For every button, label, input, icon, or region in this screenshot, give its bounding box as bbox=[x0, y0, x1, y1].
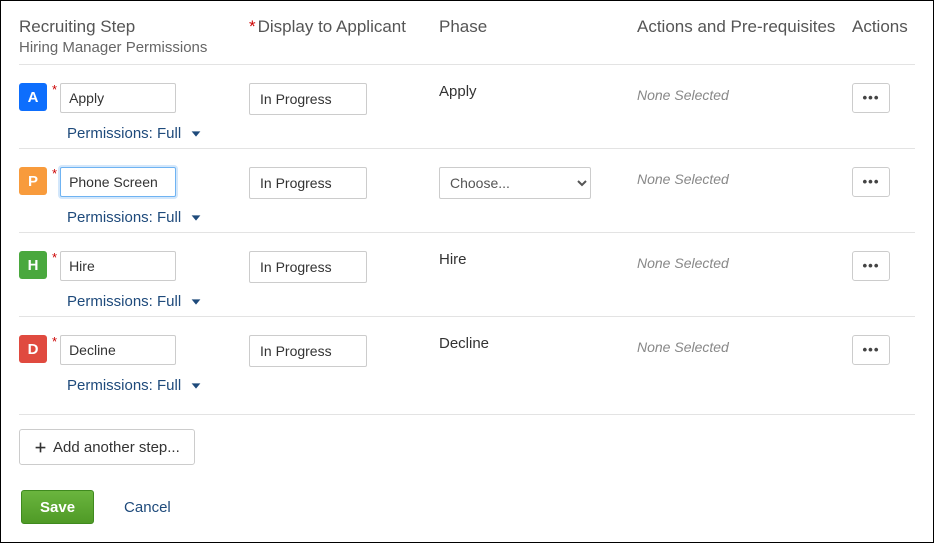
prereq-value: None Selected bbox=[637, 167, 852, 187]
prereq-value: None Selected bbox=[637, 83, 852, 103]
chevron-down-icon bbox=[189, 127, 203, 141]
header-phase: Phase bbox=[439, 17, 637, 37]
permissions-toggle[interactable]: Permissions: Full bbox=[19, 209, 249, 226]
ellipsis-icon: ••• bbox=[863, 346, 880, 354]
plus-icon bbox=[34, 441, 47, 454]
phase-value: Decline bbox=[439, 335, 637, 352]
step-row: P * Permissions: Full Choose... None Selecte… bbox=[19, 148, 915, 232]
required-star-icon: * bbox=[52, 251, 57, 265]
header-actions: Actions bbox=[852, 17, 915, 37]
ellipsis-icon: ••• bbox=[863, 94, 880, 102]
step-row: A * Permissions: Full ApplyNone Selected ••• bbox=[19, 64, 915, 148]
step-badge: D bbox=[19, 335, 47, 363]
step-row: H * Permissions: Full HireNone Selected ••• bbox=[19, 232, 915, 316]
ellipsis-icon: ••• bbox=[863, 178, 880, 186]
step-name-input[interactable] bbox=[60, 83, 176, 113]
step-badge: P bbox=[19, 167, 47, 195]
display-to-applicant-input[interactable] bbox=[249, 83, 367, 115]
step-name-input[interactable] bbox=[60, 167, 176, 197]
required-star-icon: * bbox=[52, 335, 57, 349]
required-star-icon: * bbox=[52, 167, 57, 181]
cancel-link[interactable]: Cancel bbox=[124, 499, 171, 516]
steps-list: A*Permissions: FullApplyNone Selected•••… bbox=[19, 64, 915, 415]
permissions-label: Permissions: Full bbox=[67, 209, 181, 226]
chevron-down-icon bbox=[189, 211, 203, 225]
phase-value: Hire bbox=[439, 251, 637, 268]
column-headers: Recruiting Step Hiring Manager Permissio… bbox=[19, 11, 915, 64]
display-to-applicant-input[interactable] bbox=[249, 251, 367, 283]
required-star-icon: * bbox=[249, 17, 256, 36]
display-to-applicant-input[interactable] bbox=[249, 167, 367, 199]
footer-actions: Save Cancel bbox=[21, 490, 171, 524]
step-badge: H bbox=[19, 251, 47, 279]
permissions-toggle[interactable]: Permissions: Full bbox=[19, 125, 249, 142]
permissions-toggle[interactable]: Permissions: Full bbox=[19, 377, 249, 394]
chevron-down-icon bbox=[189, 379, 203, 393]
add-step-label: Add another step... bbox=[53, 439, 180, 456]
row-actions-menu-button[interactable]: ••• bbox=[852, 83, 890, 113]
header-display: *Display to Applicant bbox=[249, 17, 439, 37]
permissions-label: Permissions: Full bbox=[67, 377, 181, 394]
step-name-input[interactable] bbox=[60, 335, 176, 365]
add-step-button[interactable]: Add another step... bbox=[19, 429, 195, 465]
prereq-value: None Selected bbox=[637, 251, 852, 271]
permissions-label: Permissions: Full bbox=[67, 293, 181, 310]
step-row: D * Permissions: Full DeclineNone Selected •… bbox=[19, 316, 915, 415]
save-button[interactable]: Save bbox=[21, 490, 94, 524]
permissions-label: Permissions: Full bbox=[67, 125, 181, 142]
phase-value: Apply bbox=[439, 83, 637, 100]
row-actions-menu-button[interactable]: ••• bbox=[852, 167, 890, 197]
ellipsis-icon: ••• bbox=[863, 262, 880, 270]
step-badge: A bbox=[19, 83, 47, 111]
row-actions-menu-button[interactable]: ••• bbox=[852, 335, 890, 365]
permissions-toggle[interactable]: Permissions: Full bbox=[19, 293, 249, 310]
chevron-down-icon bbox=[189, 295, 203, 309]
header-prereq: Actions and Pre-requisites bbox=[637, 17, 852, 37]
row-actions-menu-button[interactable]: ••• bbox=[852, 251, 890, 281]
header-step-sub: Hiring Manager Permissions bbox=[19, 39, 249, 56]
display-to-applicant-input[interactable] bbox=[249, 335, 367, 367]
prereq-value: None Selected bbox=[637, 335, 852, 355]
workflow-config-panel: Recruiting Step Hiring Manager Permissio… bbox=[0, 0, 934, 543]
step-name-input[interactable] bbox=[60, 251, 176, 281]
header-step: Recruiting Step Hiring Manager Permissio… bbox=[19, 17, 249, 56]
phase-select[interactable]: Choose... bbox=[439, 167, 591, 199]
header-step-label: Recruiting Step bbox=[19, 17, 135, 36]
required-star-icon: * bbox=[52, 83, 57, 97]
